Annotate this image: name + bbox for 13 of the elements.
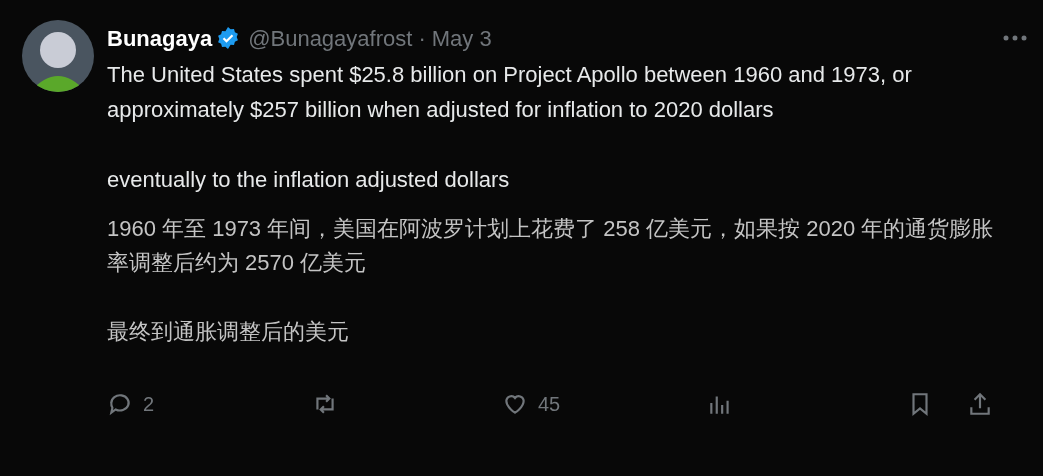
post-date[interactable]: May 3 bbox=[431, 21, 492, 55]
reply-icon bbox=[107, 391, 133, 417]
display-name[interactable]: Bunagaya bbox=[107, 21, 213, 55]
reply-button[interactable]: 2 bbox=[107, 389, 312, 419]
separator: · bbox=[418, 24, 426, 53]
like-button[interactable]: 45 bbox=[502, 389, 707, 419]
post-text: The United States spent $25.8 billion on Project Apollo between 1960 and 1973, or approximately $257 billion when adjusted for inflation to 2020 dollars bbox=[107, 61, 913, 124]
post-text: 1960 年至 1973 年间，美国在阿波罗计划上花费了 258 亿美元，如果按 2020 年的通货膨胀率调整后约为 2570 亿美元 bbox=[107, 215, 995, 277]
share-icon bbox=[967, 391, 993, 417]
more-icon[interactable] bbox=[1003, 35, 1027, 41]
post-text: eventually to the inflation adjusted dollars bbox=[107, 166, 511, 194]
post-text: 最终到通胀调整后的美元 bbox=[107, 318, 350, 346]
user-handle[interactable]: @Bunagayafrost bbox=[248, 21, 413, 55]
